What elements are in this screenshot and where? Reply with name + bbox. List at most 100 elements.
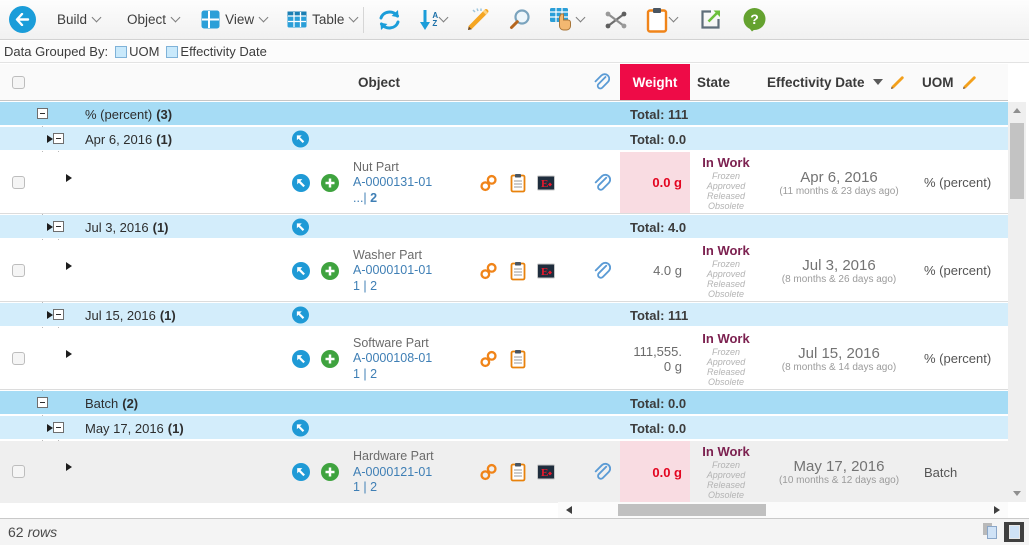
- part-number-link[interactable]: A-0000101-01: [353, 263, 488, 279]
- row-checkbox[interactable]: [12, 352, 25, 365]
- add-item-icon[interactable]: [321, 174, 339, 192]
- part-number-link[interactable]: A-0000108-01: [353, 351, 488, 367]
- revision-link-2[interactable]: 2: [370, 190, 377, 204]
- object-menu[interactable]: Object: [122, 12, 179, 27]
- vertical-scroll-thumb[interactable]: [1010, 123, 1024, 199]
- scroll-left-icon[interactable]: [566, 506, 572, 514]
- build-menu[interactable]: Build: [52, 12, 100, 27]
- column-header-effectivity[interactable]: Effectivity Date: [767, 64, 905, 100]
- select-all-checkbox[interactable]: [12, 76, 25, 89]
- view-grid-icon: [201, 10, 220, 29]
- link-chain-icon[interactable]: [479, 173, 498, 192]
- clipboard-small-icon[interactable]: [510, 173, 526, 193]
- group-label: Batch: [85, 396, 118, 411]
- column-header-uom[interactable]: UOM: [922, 64, 977, 100]
- in-change-icon[interactable]: E: [537, 175, 555, 190]
- link-chain-icon[interactable]: [479, 349, 498, 368]
- scroll-down-button[interactable]: [1008, 485, 1026, 502]
- add-item-icon[interactable]: [321, 463, 339, 481]
- scroll-up-button[interactable]: [1008, 102, 1026, 119]
- group-row-date-may17[interactable]: May 17, 2016(1) Total: 0.0: [0, 416, 1008, 440]
- revision-link[interactable]: 1 |: [353, 366, 367, 380]
- group-row-uom-batch[interactable]: Batch(2) Total: 0.0: [0, 391, 1008, 415]
- goto-item-icon[interactable]: [292, 306, 309, 323]
- group-row-date-apr6[interactable]: Apr 6, 2016(1) Total: 0.0: [0, 127, 1008, 151]
- link-chain-icon[interactable]: [479, 463, 498, 482]
- revision-link-2[interactable]: 2: [370, 480, 377, 494]
- column-header-state[interactable]: State: [697, 64, 730, 100]
- column-header-attachment[interactable]: [592, 64, 610, 100]
- horizontal-scroll-thumb[interactable]: [618, 504, 766, 516]
- structure-button[interactable]: [604, 10, 628, 30]
- sort-button[interactable]: A Z: [419, 9, 447, 31]
- split-view-toggle[interactable]: [983, 523, 1000, 541]
- export-button[interactable]: [699, 8, 722, 31]
- sort-descending-icon[interactable]: [873, 79, 883, 85]
- collapse-group-icon[interactable]: [53, 133, 64, 144]
- goto-item-icon[interactable]: [292, 262, 310, 280]
- row-checkbox[interactable]: [12, 264, 25, 277]
- collapse-group-icon[interactable]: [37, 108, 48, 119]
- table-menu[interactable]: Table: [287, 11, 357, 28]
- attachment-paperclip-icon[interactable]: [592, 260, 611, 281]
- clipboard-small-icon[interactable]: [510, 261, 526, 281]
- chevron-down-icon: [576, 13, 586, 23]
- clipboard-small-icon[interactable]: [510, 349, 526, 369]
- collapse-group-icon[interactable]: [53, 422, 64, 433]
- group-chip-effectivity-checkbox[interactable]: [166, 46, 178, 58]
- back-button[interactable]: [9, 6, 36, 33]
- search-button[interactable]: [509, 8, 532, 31]
- scroll-right-icon[interactable]: [994, 506, 1000, 514]
- table-select-button[interactable]: [549, 7, 584, 32]
- column-header-weight[interactable]: Weight: [620, 64, 690, 100]
- item-row-hardware-part[interactable]: Hardware Part A-0000121-01 1 | 2 E 0.0 g: [0, 441, 1008, 503]
- part-number-link[interactable]: A-0000121-01: [353, 464, 488, 480]
- group-row-uom-percent[interactable]: % (percent)(3) Total: 111: [0, 102, 1008, 126]
- add-item-icon[interactable]: [321, 350, 339, 368]
- revision-link[interactable]: 1 |: [353, 278, 367, 292]
- item-row-software-part[interactable]: Software Part A-0000108-01 1 | 2 111,555…: [0, 328, 1008, 390]
- goto-item-icon[interactable]: [292, 218, 309, 235]
- horizontal-scrollbar[interactable]: [558, 502, 1008, 518]
- link-chain-icon[interactable]: [479, 261, 498, 280]
- group-chip-uom-checkbox[interactable]: [115, 46, 127, 58]
- single-view-toggle[interactable]: [1004, 522, 1024, 542]
- add-item-icon[interactable]: [321, 262, 339, 280]
- collapse-group-icon[interactable]: [53, 221, 64, 232]
- edit-column-pencil-icon[interactable]: [890, 75, 905, 90]
- goto-item-icon[interactable]: [292, 350, 310, 368]
- goto-item-icon[interactable]: [292, 419, 309, 436]
- vertical-scrollbar[interactable]: [1008, 102, 1026, 502]
- column-header-object[interactable]: Object: [358, 64, 400, 100]
- revision-link-2[interactable]: 2: [370, 278, 377, 292]
- current-state: In Work: [702, 155, 749, 170]
- goto-item-icon[interactable]: [292, 463, 310, 481]
- goto-item-icon[interactable]: [292, 174, 310, 192]
- collapse-group-icon[interactable]: [37, 397, 48, 408]
- in-change-icon[interactable]: E: [537, 465, 555, 480]
- help-button[interactable]: ?: [742, 7, 767, 32]
- group-row-date-jul3[interactable]: Jul 3, 2016(1) Total: 4.0: [0, 215, 1008, 239]
- attachment-paperclip-icon[interactable]: [592, 172, 611, 193]
- view-menu[interactable]: View: [201, 10, 267, 29]
- collapse-group-icon[interactable]: [53, 309, 64, 320]
- revision-link[interactable]: ...|: [353, 190, 367, 204]
- item-row-nut-part[interactable]: Nut Part A-0000131-01 ...| 2 E: [0, 152, 1008, 214]
- weight-cell: 0.0 g: [620, 152, 690, 213]
- refresh-button[interactable]: [376, 8, 403, 32]
- part-number-link[interactable]: A-0000131-01: [353, 175, 488, 191]
- row-checkbox[interactable]: [12, 465, 25, 478]
- clipboard-small-icon[interactable]: [510, 462, 526, 482]
- item-row-washer-part[interactable]: Washer Part A-0000101-01 1 | 2 E 4.0 g: [0, 240, 1008, 302]
- in-change-icon[interactable]: E: [537, 263, 555, 278]
- group-row-date-jul15[interactable]: Jul 15, 2016(1) Total: 111: [0, 303, 1008, 327]
- revision-link[interactable]: 1 |: [353, 480, 367, 494]
- goto-item-icon[interactable]: [292, 130, 309, 147]
- revision-link-2[interactable]: 2: [370, 366, 377, 380]
- edit-button[interactable]: [465, 7, 491, 33]
- clipboard-button[interactable]: [646, 7, 677, 33]
- row-checkbox[interactable]: [12, 176, 25, 189]
- edit-column-pencil-icon[interactable]: [962, 75, 977, 90]
- scroll-down-icon: [1013, 491, 1021, 496]
- attachment-paperclip-icon[interactable]: [592, 462, 611, 483]
